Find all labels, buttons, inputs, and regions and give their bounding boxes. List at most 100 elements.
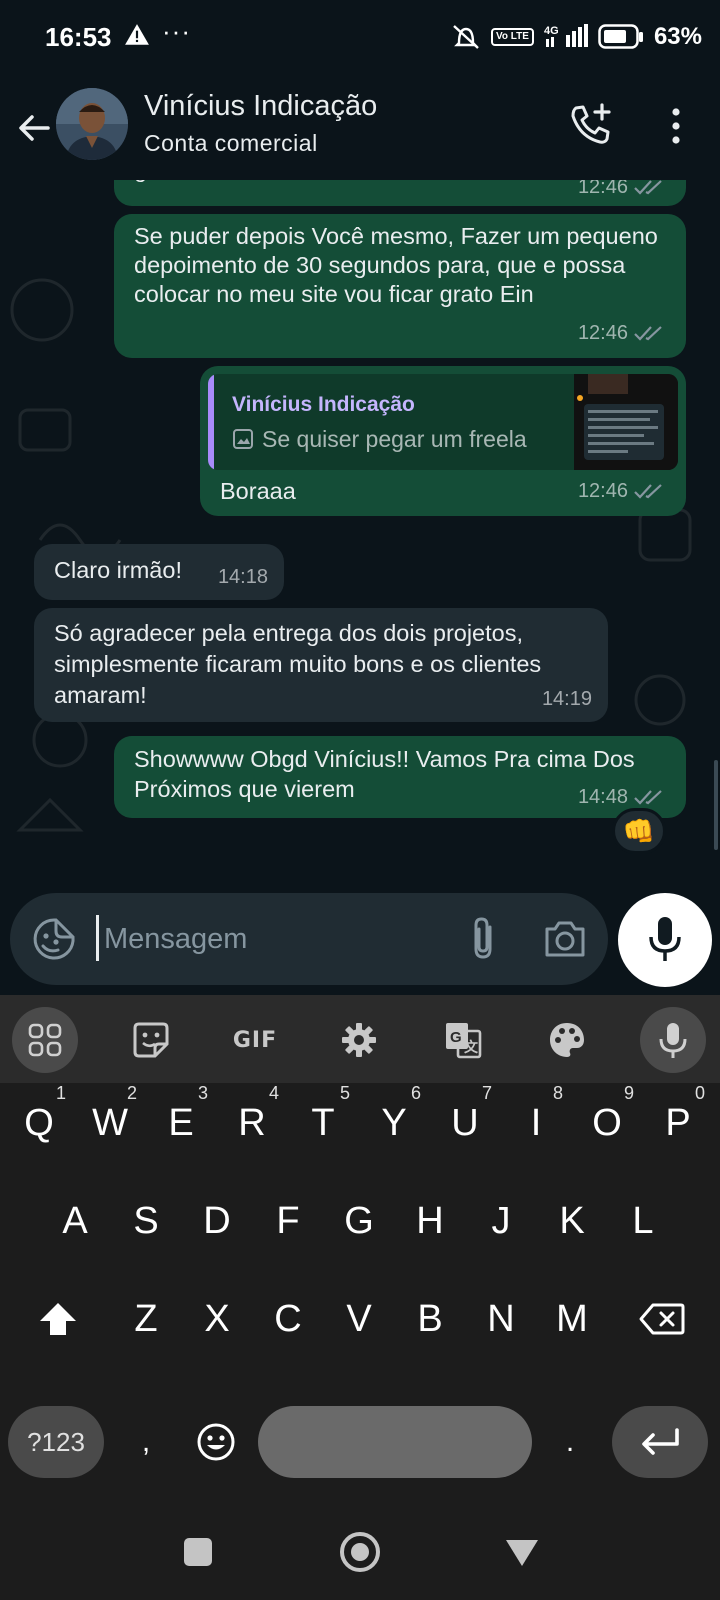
key-a[interactable]: A [40, 1181, 110, 1261]
warning-icon [125, 24, 149, 45]
key-y[interactable]: Y6 [359, 1083, 429, 1163]
gif-label: GIF [232, 1027, 278, 1053]
system-navigation-bar [0, 1500, 720, 1600]
contact-name[interactable]: Vinícius Indicação [144, 90, 377, 123]
more-options-icon[interactable] [664, 104, 688, 148]
avatar-image [56, 88, 128, 160]
shift-key[interactable] [18, 1279, 98, 1359]
key-x[interactable]: X [182, 1279, 252, 1359]
comma-key[interactable]: , [116, 1406, 176, 1478]
svg-text:G: G [450, 1029, 462, 1046]
enter-arrow-icon [642, 1428, 679, 1455]
enter-key[interactable] [612, 1406, 708, 1478]
camera-icon[interactable] [542, 917, 588, 961]
message-bubble-incoming[interactable]: Só agradecer pela entrega dos dois proje… [34, 608, 608, 722]
read-ticks-icon [634, 326, 662, 341]
key-c[interactable]: C [253, 1279, 323, 1359]
microphone-icon [659, 1023, 687, 1058]
key-s[interactable]: S [111, 1181, 181, 1261]
key-j[interactable]: J [466, 1181, 536, 1261]
voice-typing-button[interactable] [640, 1007, 706, 1073]
key-o[interactable]: O9 [572, 1083, 642, 1163]
quoted-message[interactable]: Vinícius Indicação Se quiser pegar um fr… [208, 374, 678, 470]
message-meta: 12:46 [578, 318, 668, 348]
comma-label: , [141, 1425, 151, 1458]
apps-grid-icon [28, 1023, 62, 1057]
key-v[interactable]: V [324, 1279, 394, 1359]
smiley-icon [197, 1423, 235, 1461]
message-reaction[interactable]: 👊 [612, 808, 666, 854]
status-time: 16:53 [45, 22, 112, 52]
key-i[interactable]: I8 [501, 1083, 571, 1163]
scrollbar[interactable] [714, 760, 718, 850]
key-h[interactable]: H [395, 1181, 465, 1261]
quote-preview: Se quiser pegar um freela [232, 424, 527, 454]
sticker-emoji-icon[interactable] [32, 917, 76, 961]
home-button[interactable] [340, 1532, 380, 1572]
chat-area[interactable]: gostaram 12:46 Se puder depois Você mesm… [0, 180, 720, 995]
symbols-key-label: ?123 [27, 1426, 85, 1457]
settings-button[interactable] [326, 1007, 392, 1073]
emoji-key[interactable] [184, 1406, 248, 1478]
recent-apps-button[interactable] [184, 1538, 212, 1566]
back-arrow-icon[interactable] [14, 108, 54, 148]
voice-record-button[interactable] [618, 893, 712, 987]
space-bar[interactable] [258, 1406, 532, 1478]
message-bubble-outgoing[interactable]: Se puder depois Você mesmo, Fazer um peq… [114, 214, 686, 358]
battery-percentage: 63% [653, 23, 702, 50]
key-g[interactable]: G [324, 1181, 394, 1261]
period-key[interactable]: . [540, 1406, 600, 1478]
gif-button[interactable]: GIF [222, 1007, 288, 1073]
attach-clip-icon[interactable] [462, 915, 506, 963]
palette-icon [550, 1023, 584, 1057]
back-button[interactable] [506, 1540, 538, 1566]
add-call-icon[interactable] [568, 102, 614, 148]
chat-header: Vinícius Indicação Conta comercial [0, 80, 720, 180]
quote-accent-bar [208, 374, 214, 470]
key-l[interactable]: L [608, 1181, 678, 1261]
alarm-off-icon [453, 25, 479, 49]
translate-button[interactable]: G 文 [430, 1007, 496, 1073]
microphone-icon [649, 917, 681, 961]
symbols-key[interactable]: ?123 [8, 1406, 104, 1478]
key-f[interactable]: F [253, 1181, 323, 1261]
keyboard-toolbar: GIF G 文 [0, 995, 720, 1083]
message-bubble-incoming[interactable]: Claro irmão! 14:18 [34, 544, 284, 600]
message-text: Só agradecer pela entrega dos dois proje… [54, 620, 542, 708]
key-q[interactable]: Q1 [4, 1083, 74, 1163]
quote-text: Se quiser pegar um freela [262, 426, 527, 452]
key-b[interactable]: B [395, 1279, 465, 1359]
sticker-button[interactable] [118, 1007, 184, 1073]
read-ticks-icon [634, 180, 662, 195]
sticker-icon [133, 1022, 169, 1058]
status-bar: 16:53 ··· Vo LTE 4G 63% [0, 0, 720, 80]
contact-avatar[interactable] [56, 88, 128, 160]
backspace-key[interactable] [622, 1279, 702, 1359]
message-bubble-outgoing[interactable]: gostaram 12:46 [114, 180, 686, 206]
theme-button[interactable] [534, 1007, 600, 1073]
key-u[interactable]: U7 [430, 1083, 500, 1163]
message-bubble-outgoing[interactable]: Showwww Obgd Vinícius!! Vamos Pra cima D… [114, 736, 686, 818]
message-composer [10, 893, 608, 985]
key-p[interactable]: P0 [643, 1083, 713, 1163]
key-m[interactable]: M [537, 1279, 607, 1359]
key-t[interactable]: T5 [288, 1083, 358, 1163]
key-r[interactable]: R4 [217, 1083, 287, 1163]
message-text: gostaram [134, 180, 232, 184]
key-d[interactable]: D [182, 1181, 252, 1261]
keyboard-apps-button[interactable] [12, 1007, 78, 1073]
image-icon [233, 429, 253, 449]
message-input[interactable] [104, 919, 444, 959]
key-n[interactable]: N [466, 1279, 536, 1359]
contact-subtitle[interactable]: Conta comercial [144, 130, 318, 157]
message-text: Boraaa [220, 478, 296, 504]
message-bubble-outgoing[interactable]: Vinícius Indicação Se quiser pegar um fr… [200, 366, 686, 516]
key-e[interactable]: E3 [146, 1083, 216, 1163]
more-notifications-icon: ··· [162, 16, 191, 46]
message-time: 12:46 [577, 180, 628, 198]
key-w[interactable]: W2 [75, 1083, 145, 1163]
key-z[interactable]: Z [111, 1279, 181, 1359]
key-k[interactable]: K [537, 1181, 607, 1261]
message-text: Se puder depois Você mesmo, Fazer um peq… [134, 223, 658, 307]
svg-text:文: 文 [464, 1039, 479, 1056]
